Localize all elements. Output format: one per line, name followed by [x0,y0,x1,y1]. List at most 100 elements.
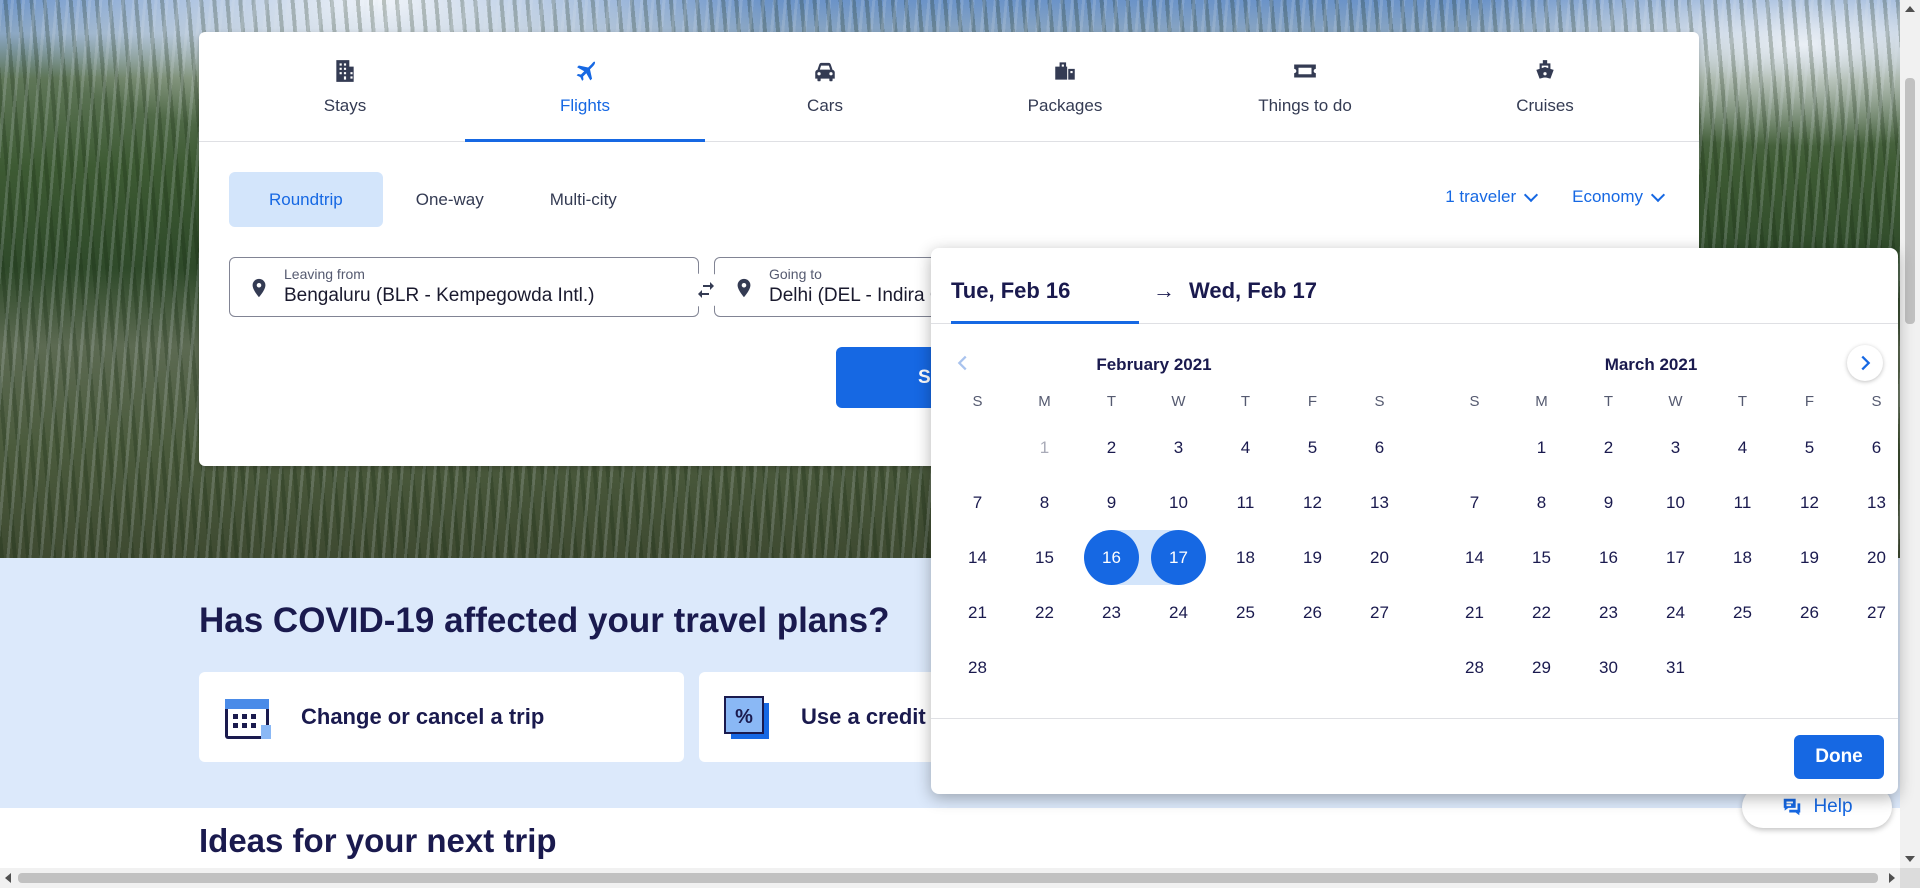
day-cell[interactable]: 8 [1011,475,1078,530]
day-cell[interactable]: 19 [1279,530,1346,585]
day-cell[interactable]: 21 [1441,585,1508,640]
weekday-label: T [1240,393,1251,410]
day-cell[interactable]: 20 [1346,530,1413,585]
day-cell[interactable]: 26 [1776,585,1843,640]
day-cell[interactable]: 12 [1279,475,1346,530]
scroll-down-arrow[interactable] [1905,856,1915,862]
day-cell[interactable]: 29 [1508,640,1575,695]
selected-day-cell[interactable]: 17 [1145,530,1212,585]
leaving-from-field[interactable]: Leaving from Bengaluru (BLR - Kempegowda… [229,257,699,317]
day-cell[interactable]: 14 [1441,530,1508,585]
day-cell[interactable]: 5 [1776,420,1843,475]
day-cell[interactable]: 11 [1212,475,1279,530]
tab-stays[interactable]: Stays [225,32,465,141]
location-pin-icon [252,278,266,298]
day-cell[interactable]: 12 [1776,475,1843,530]
day-cell[interactable]: 11 [1709,475,1776,530]
tab-flights[interactable]: Flights [465,32,705,142]
swap-button[interactable] [688,272,724,308]
day-cell[interactable]: 24 [1145,585,1212,640]
scroll-right-arrow[interactable] [1889,873,1895,883]
help-label: Help [1813,796,1853,817]
day-cell[interactable]: 21 [944,585,1011,640]
day-cell[interactable]: 4 [1212,420,1279,475]
day-cell[interactable]: 9 [1078,475,1145,530]
day-cell[interactable]: 22 [1011,585,1078,640]
day-cell[interactable]: 25 [1709,585,1776,640]
month-february: February 2021 SMTWTFS 1 2 3 4 5 6 7 8 9 10 11 12 13 1… [944,355,1389,695]
percent-coupon-icon: % [724,696,769,739]
day-cell[interactable]: 20 [1843,530,1910,585]
weekday-label: F [1804,393,1815,410]
tab-cars[interactable]: Cars [705,32,945,141]
travelers-dropdown[interactable]: 1 traveler [1445,187,1539,207]
day-cell[interactable]: 22 [1508,585,1575,640]
day-cell[interactable]: 1 [1508,420,1575,475]
day-cell[interactable]: 19 [1776,530,1843,585]
day-cell[interactable]: 18 [1212,530,1279,585]
start-date-tab[interactable]: Tue, Feb 16 [951,278,1139,324]
weekday-header: SMTWTFS [944,393,1384,410]
day-cell[interactable]: 13 [1843,475,1910,530]
day-cell[interactable]: 4 [1709,420,1776,475]
day-cell[interactable]: 14 [944,530,1011,585]
day-cell[interactable]: 15 [1508,530,1575,585]
scroll-up-arrow[interactable] [1905,6,1915,12]
cabin-class-dropdown[interactable]: Economy [1572,187,1666,207]
day-cell[interactable]: 10 [1642,475,1709,530]
day-cell[interactable]: 10 [1145,475,1212,530]
day-cell[interactable]: 26 [1279,585,1346,640]
change-cancel-trip-card[interactable]: Change or cancel a trip [199,672,684,762]
day-cell[interactable]: 27 [1346,585,1413,640]
day-cell[interactable]: 5 [1279,420,1346,475]
month-march: March 2021 SMTWTFS 1 2 3 4 5 6 7 8 9 10 11 12 13 14 15… [1441,355,1886,695]
month-title: March 2021 [1604,355,1698,374]
selected-day-cell[interactable]: 16 [1078,530,1145,585]
leaving-from-label: Leaving from [284,266,365,282]
day-cell[interactable]: 24 [1642,585,1709,640]
day-cell[interactable]: 18 [1709,530,1776,585]
day-cell[interactable]: 7 [944,475,1011,530]
weekday-label: T [1603,393,1614,410]
day-cell[interactable]: 8 [1508,475,1575,530]
day-cell[interactable]: 2 [1575,420,1642,475]
day-cell[interactable]: 28 [1441,640,1508,695]
tab-label: Cars [807,95,843,115]
day-cell[interactable]: 28 [944,640,1011,695]
day-cell[interactable]: 9 [1575,475,1642,530]
day-cell[interactable]: 15 [1011,530,1078,585]
day-cell[interactable]: 6 [1346,420,1413,475]
multi-city-button[interactable]: Multi-city [517,172,650,227]
day-cell[interactable]: 23 [1575,585,1642,640]
tab-cruises[interactable]: Cruises [1425,32,1665,141]
trip-type-selector: Roundtrip One-way Multi-city [229,172,650,227]
day-cell[interactable]: 27 [1843,585,1910,640]
scrollbar-thumb[interactable] [18,873,1878,883]
day-cell[interactable]: 25 [1212,585,1279,640]
scrollbar-thumb[interactable] [1905,78,1915,324]
weekday-label: M [1038,393,1051,410]
one-way-button[interactable]: One-way [383,172,517,227]
day-cell[interactable]: 23 [1078,585,1145,640]
horizontal-scrollbar[interactable] [0,868,1900,888]
leaving-from-value: Bengaluru (BLR - Kempegowda Intl.) [284,285,595,306]
day-cell[interactable]: 3 [1145,420,1212,475]
scroll-left-arrow[interactable] [5,873,11,883]
chat-bubbles-icon [1784,798,1801,816]
day-cell[interactable]: 7 [1441,475,1508,530]
tab-packages[interactable]: Packages [945,32,1185,141]
tab-things-to-do[interactable]: Things to do [1185,32,1425,141]
day-cell[interactable]: 16 [1575,530,1642,585]
day-cell[interactable]: 31 [1642,640,1709,695]
day-cell[interactable]: 3 [1642,420,1709,475]
end-date-tab[interactable]: Wed, Feb 17 [1189,278,1317,304]
roundtrip-button[interactable]: Roundtrip [229,172,383,227]
luggage-icon [1055,61,1075,80]
day-cell[interactable]: 2 [1078,420,1145,475]
done-button[interactable]: Done [1794,735,1884,779]
weekday-label: W [1171,393,1186,410]
day-cell[interactable]: 6 [1843,420,1910,475]
day-cell[interactable]: 17 [1642,530,1709,585]
day-cell[interactable]: 13 [1346,475,1413,530]
day-cell[interactable]: 30 [1575,640,1642,695]
